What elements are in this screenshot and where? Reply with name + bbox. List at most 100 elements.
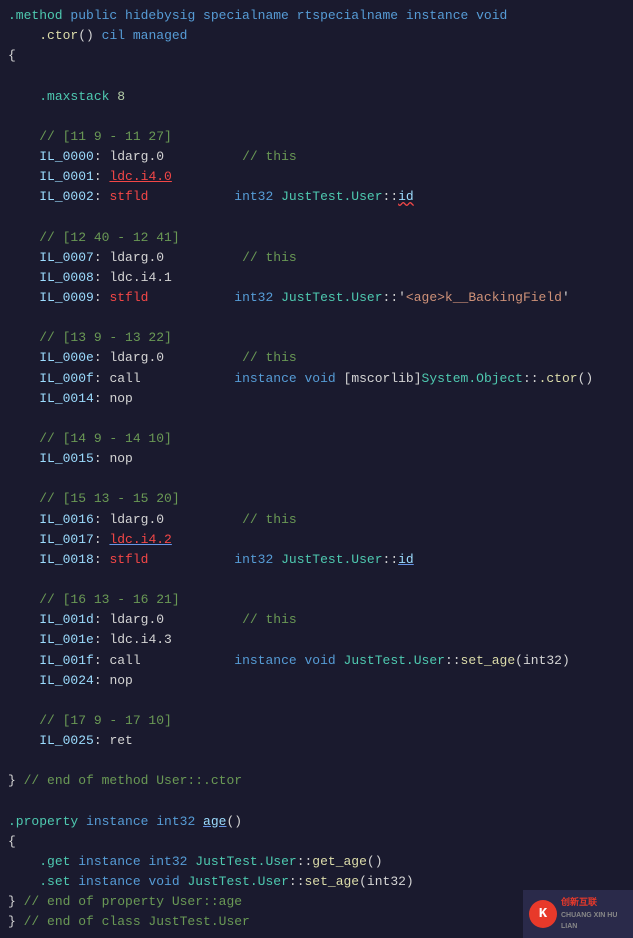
code-line: IL_0014: nop	[8, 389, 625, 409]
code-token: }	[8, 914, 24, 929]
code-line: IL_000f: call instance void [mscorlib]Sy…	[8, 369, 625, 389]
code-line: IL_0016: ldarg.0 // this	[8, 510, 625, 530]
code-line	[8, 570, 625, 590]
code-token: // end of method User::.ctor	[24, 773, 242, 788]
code-token: id	[398, 189, 414, 204]
code-token: ::	[297, 854, 313, 869]
code-token: call	[109, 371, 140, 386]
code-token: int32	[234, 552, 281, 567]
code-token: :	[94, 270, 110, 285]
code-line: .ctor() cil managed	[8, 26, 625, 46]
code-token: JustTest.User	[195, 854, 296, 869]
code-token: (int32)	[359, 874, 414, 889]
code-token: IL_0018	[39, 552, 94, 567]
code-token: instance	[78, 854, 148, 869]
code-token: IL_0015	[39, 451, 94, 466]
code-line: IL_0000: ldarg.0 // this	[8, 147, 625, 167]
code-token: void	[305, 371, 344, 386]
code-token: IL_001f	[39, 653, 94, 668]
code-token: IL_001d	[39, 612, 94, 627]
code-line: IL_001f: call instance void JustTest.Use…	[8, 651, 625, 671]
code-token: :	[94, 612, 110, 627]
code-line: // [15 13 - 15 20]	[8, 489, 625, 509]
code-token: System.Object	[422, 371, 523, 386]
code-token: ldarg.0	[109, 512, 164, 527]
code-line: .property instance int32 age()	[8, 812, 625, 832]
code-token: stfld	[109, 189, 148, 204]
code-container: .method public hidebysig specialname rts…	[0, 0, 633, 938]
code-line: // [13 9 - 13 22]	[8, 328, 625, 348]
code-token: ldc.i4.1	[109, 270, 171, 285]
code-token: public	[70, 8, 125, 23]
code-line: IL_0007: ldarg.0 // this	[8, 248, 625, 268]
code-token: instance	[86, 814, 156, 829]
code-token: nop	[109, 451, 132, 466]
code-token: .maxstack	[39, 89, 117, 104]
code-token: // this	[242, 350, 297, 365]
code-token: :	[94, 350, 110, 365]
code-block: .method public hidebysig specialname rts…	[8, 6, 625, 932]
code-line	[8, 751, 625, 771]
code-token: // this	[242, 512, 297, 527]
code-token: IL_0007	[39, 250, 94, 265]
code-line: // [14 9 - 14 10]	[8, 429, 625, 449]
code-token: 8	[117, 89, 125, 104]
code-token	[164, 612, 242, 627]
code-token	[148, 189, 234, 204]
code-token: // this	[242, 250, 297, 265]
code-token: IL_0008	[39, 270, 94, 285]
code-token	[164, 149, 242, 164]
code-token: void	[148, 874, 187, 889]
code-line: .method public hidebysig specialname rts…	[8, 6, 625, 26]
code-token: :	[94, 169, 110, 184]
code-token: int32	[234, 290, 281, 305]
code-line: IL_0009: stfld int32 JustTest.User::'<ag…	[8, 288, 625, 308]
code-line	[8, 409, 625, 429]
code-token: ()	[367, 854, 383, 869]
watermark: K 创新互联 CHUANG XIN HU LIAN	[523, 890, 633, 938]
code-token: .property	[8, 814, 86, 829]
watermark-pinyin: CHUANG XIN HU LIAN	[561, 912, 617, 931]
code-token: instance	[234, 653, 304, 668]
code-token: // this	[242, 612, 297, 627]
code-token: :	[94, 632, 110, 647]
code-token: managed	[133, 28, 188, 43]
code-token: instance	[234, 371, 304, 386]
code-token: // [16 13 - 16 21]	[39, 592, 179, 607]
code-token: :	[94, 532, 110, 547]
code-token: call	[109, 653, 140, 668]
code-token: ::	[523, 371, 539, 386]
code-token: IL_0009	[39, 290, 94, 305]
code-token: int32	[148, 854, 195, 869]
code-token: // [17 9 - 17 10]	[39, 713, 172, 728]
code-token: // end of property User::age	[24, 894, 242, 909]
code-token: nop	[109, 673, 132, 688]
code-token: nop	[109, 391, 132, 406]
code-token: // [11 9 - 11 27]	[39, 129, 172, 144]
code-token	[164, 512, 242, 527]
watermark-text: 创新互联 CHUANG XIN HU LIAN	[561, 897, 627, 932]
code-token: ::	[383, 189, 399, 204]
code-token: id	[398, 552, 414, 567]
code-token: :	[94, 371, 110, 386]
code-token: IL_0017	[39, 532, 94, 547]
code-token: JustTest.User	[344, 653, 445, 668]
code-token: IL_0025	[39, 733, 94, 748]
code-token	[164, 250, 242, 265]
code-token: :	[94, 512, 110, 527]
code-token: :	[94, 733, 110, 748]
code-line: {	[8, 46, 625, 66]
code-token: ldc.i4.3	[109, 632, 171, 647]
code-token: ::	[383, 552, 399, 567]
code-token: IL_0024	[39, 673, 94, 688]
code-token: // [14 9 - 14 10]	[39, 431, 172, 446]
code-token: IL_0016	[39, 512, 94, 527]
code-token: ldarg.0	[109, 250, 164, 265]
code-token: .set	[39, 874, 78, 889]
code-token: set_age	[461, 653, 516, 668]
code-token: specialname	[203, 8, 297, 23]
code-line	[8, 791, 625, 811]
code-line: IL_0001: ldc.i4.0	[8, 167, 625, 187]
code-line: IL_0002: stfld int32 JustTest.User::id	[8, 187, 625, 207]
code-token: :	[94, 673, 110, 688]
